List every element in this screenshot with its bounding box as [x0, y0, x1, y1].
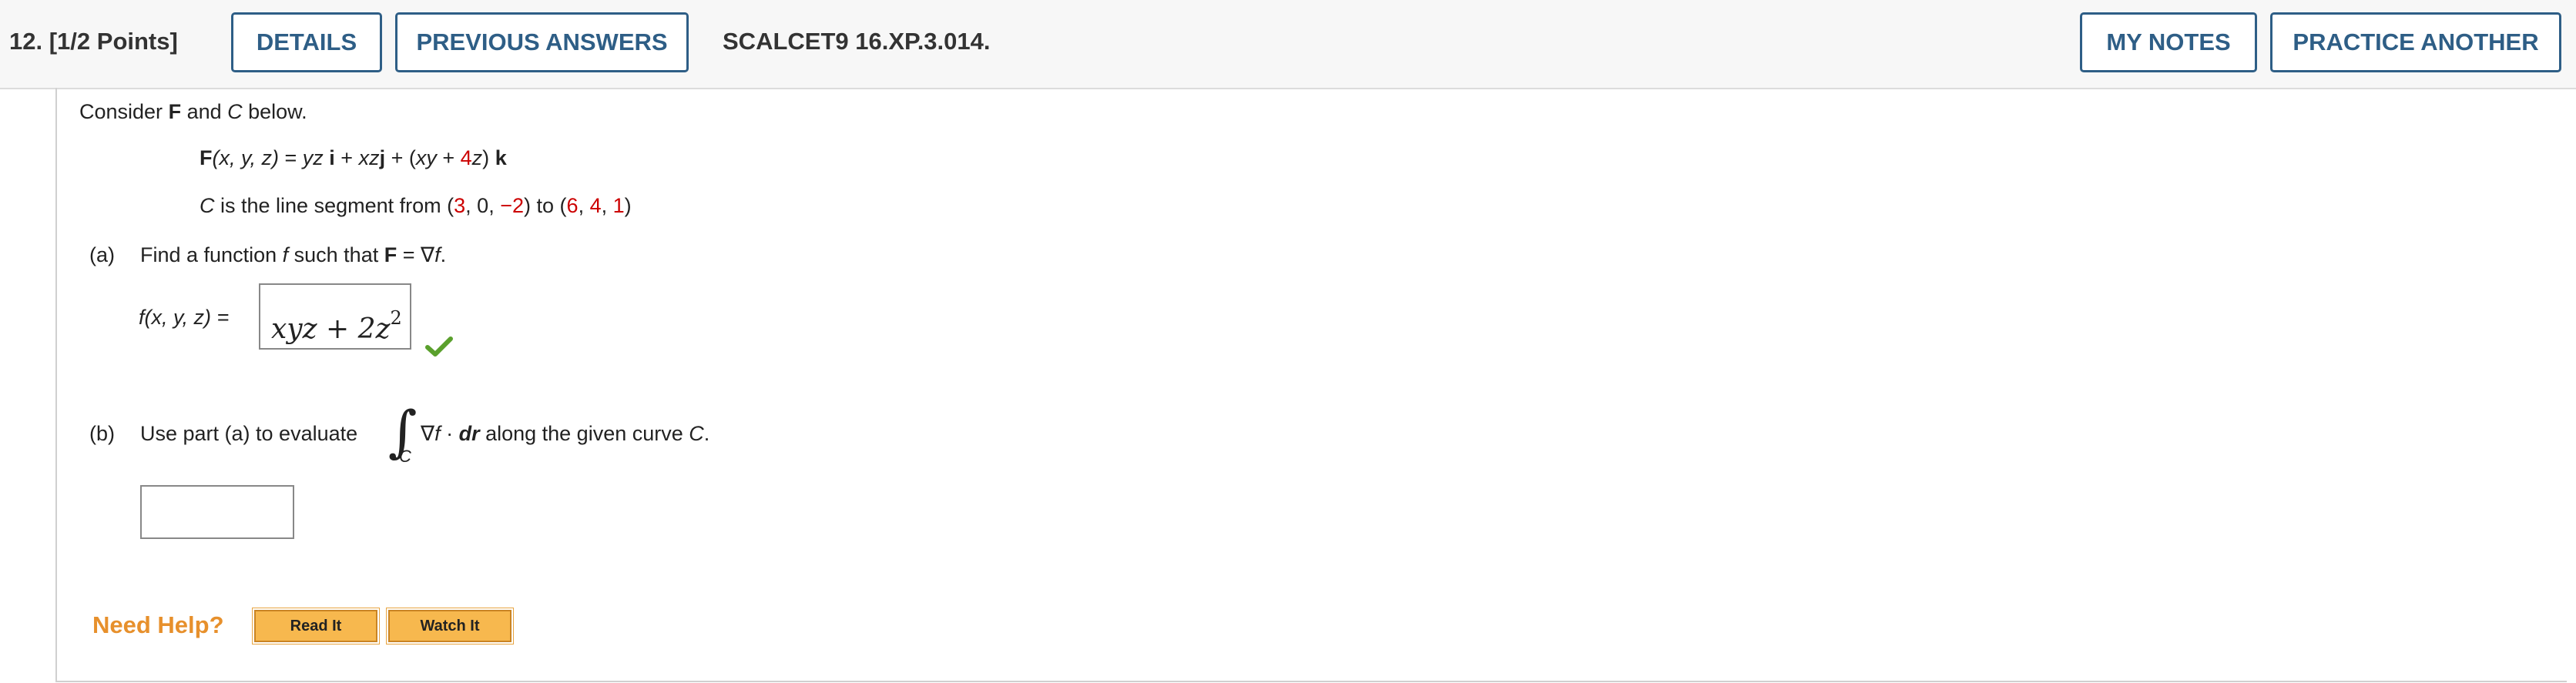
watch-it-button[interactable]: Watch It: [386, 608, 514, 644]
vector-field-equation: F(x, y, z) = yz i + xzj + (xy + 4z) k: [200, 146, 507, 169]
part-a-answer-exponent: 2: [390, 307, 402, 329]
part-b-label: (b): [89, 422, 115, 445]
part-a-answer-field[interactable]: xyz + 2z2: [259, 283, 411, 350]
question-header: 12. [1/2 Points] DETAILS PREVIOUS ANSWER…: [0, 0, 2576, 89]
previous-answers-button[interactable]: PREVIOUS ANSWERS: [395, 12, 689, 72]
details-button[interactable]: DETAILS: [231, 12, 382, 72]
part-a-label: (a): [89, 243, 115, 266]
question-id: SCALCET9 16.XP.3.014.: [723, 28, 991, 55]
practice-another-button[interactable]: PRACTICE ANOTHER: [2270, 12, 2561, 72]
points-label: [1/2 Points]: [49, 28, 178, 55]
question-panel: [55, 88, 2567, 682]
part-b-prompt-end: ∇f · dr along the given curve C.: [421, 422, 710, 445]
part-b-answer-field[interactable]: [140, 485, 294, 539]
part-a-answer-text: xyz + 2z: [271, 313, 391, 345]
integral-subscript: C: [399, 447, 411, 466]
part-a-lhs: f(x, y, z) =: [139, 306, 230, 329]
question-number-and-points: 12. [1/2 Points]: [9, 28, 178, 55]
curve-description: C is the line segment from (3, 0, −2) to…: [200, 194, 632, 217]
part-a-prompt: Find a function f such that F = ∇f.: [140, 243, 447, 266]
my-notes-button[interactable]: MY NOTES: [2080, 12, 2257, 72]
problem-intro: Consider F and C below.: [79, 100, 307, 123]
need-help-label: Need Help?: [92, 611, 224, 638]
part-b-prompt-start: Use part (a) to evaluate: [140, 422, 358, 445]
correct-check-icon: [425, 336, 453, 357]
question-number: 12.: [9, 28, 43, 55]
read-it-button[interactable]: Read It: [252, 608, 380, 644]
